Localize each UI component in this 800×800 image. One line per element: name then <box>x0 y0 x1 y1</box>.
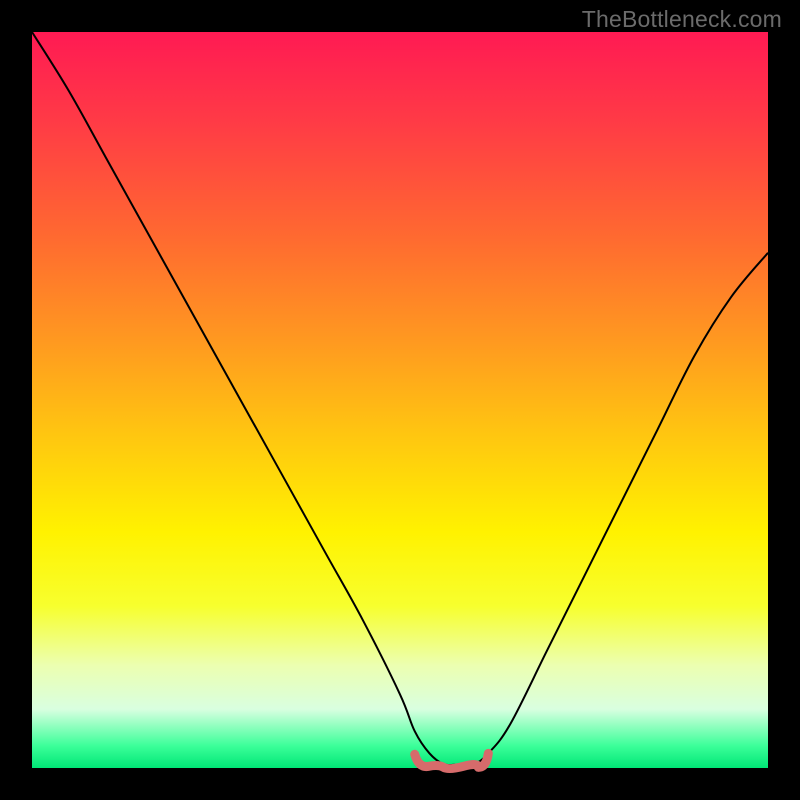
curve-layer <box>32 32 768 768</box>
plot-area <box>32 32 768 768</box>
chart-frame: TheBottleneck.com <box>0 0 800 800</box>
watermark-text: TheBottleneck.com <box>582 6 782 33</box>
bottleneck-curve <box>32 32 768 765</box>
trough-marker <box>415 753 489 768</box>
